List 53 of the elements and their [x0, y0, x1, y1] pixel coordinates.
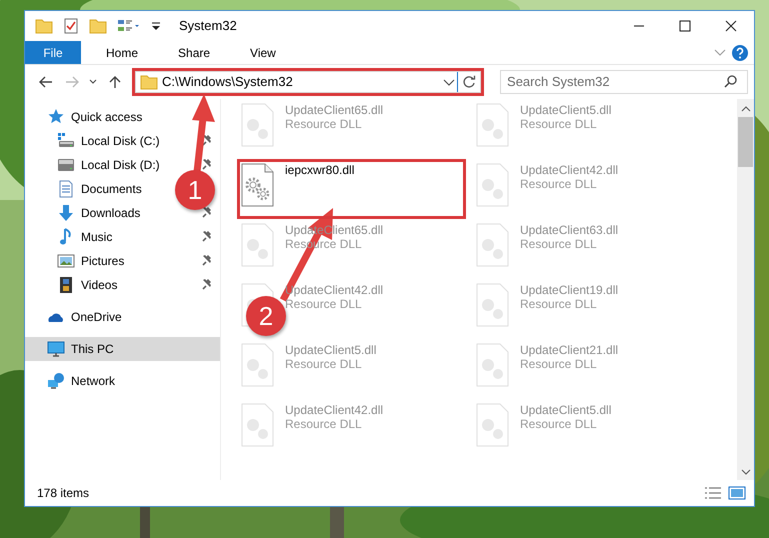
file-item[interactable]: iepcxwr80.dll	[240, 162, 356, 208]
nav-item[interactable]: Network	[25, 369, 220, 393]
scrollbar[interactable]	[737, 99, 754, 480]
up-arrow-icon	[109, 75, 122, 89]
back-arrow-icon	[38, 76, 53, 88]
address-bar[interactable]: C:\Windows\System32	[135, 71, 482, 93]
scrollbar-thumb[interactable]	[738, 117, 753, 167]
film-icon	[57, 276, 75, 294]
star-icon	[47, 108, 65, 126]
caret-icon	[89, 79, 98, 85]
forward-arrow-icon	[64, 76, 79, 88]
address-field[interactable]: C:\Windows\System32	[158, 72, 442, 92]
network-icon	[47, 372, 65, 390]
dll-file-icon	[476, 343, 510, 387]
dll-file-icon	[476, 403, 510, 447]
down-arrow-icon	[57, 204, 75, 222]
document-icon	[57, 180, 75, 198]
nav-item[interactable]: OneDrive	[25, 305, 220, 329]
dll-file-icon	[476, 283, 510, 327]
nav-item[interactable]: Videos	[25, 273, 220, 297]
details-view-icon[interactable]	[704, 486, 722, 500]
expand-ribbon-icon[interactable]	[714, 48, 726, 58]
nav-item[interactable]: Quick access	[25, 105, 220, 129]
search-field[interactable]: Search System32	[501, 72, 721, 92]
dll-file-icon	[476, 103, 510, 147]
monitor-icon	[47, 340, 65, 358]
close-icon	[725, 20, 737, 32]
picture-icon	[57, 252, 75, 270]
nav-item[interactable]: Music	[25, 225, 220, 249]
item-count: 178 items	[37, 485, 90, 502]
nav-item[interactable]: Local Disk (C:)	[25, 129, 220, 153]
file-tab[interactable]: File	[25, 41, 81, 64]
dll-file-icon	[476, 163, 510, 207]
dll-file-icon	[241, 343, 275, 387]
help-icon[interactable]	[732, 44, 748, 60]
folder-icon	[140, 73, 158, 91]
dll-file-icon	[241, 223, 275, 267]
ribbon-tab[interactable]: Share	[163, 41, 226, 64]
search-box[interactable]: Search System32	[500, 70, 748, 94]
ribbon-tab[interactable]: Home	[91, 41, 154, 64]
properties-icon[interactable]	[63, 17, 79, 35]
large-icons-view-icon[interactable]	[728, 486, 746, 500]
dll-file-icon	[476, 223, 510, 267]
ribbon-tab[interactable]: View	[235, 41, 291, 64]
window-title: System32	[179, 17, 237, 36]
nav-item[interactable]: Pictures	[25, 249, 220, 273]
dll-file-icon	[241, 103, 275, 147]
dll-file-icon	[241, 403, 275, 447]
nav-item[interactable]: This PC	[25, 337, 220, 361]
drive-icon	[57, 156, 75, 174]
maximize-icon	[679, 20, 691, 32]
dll-file-icon	[241, 163, 275, 207]
drive-icon	[57, 132, 75, 150]
